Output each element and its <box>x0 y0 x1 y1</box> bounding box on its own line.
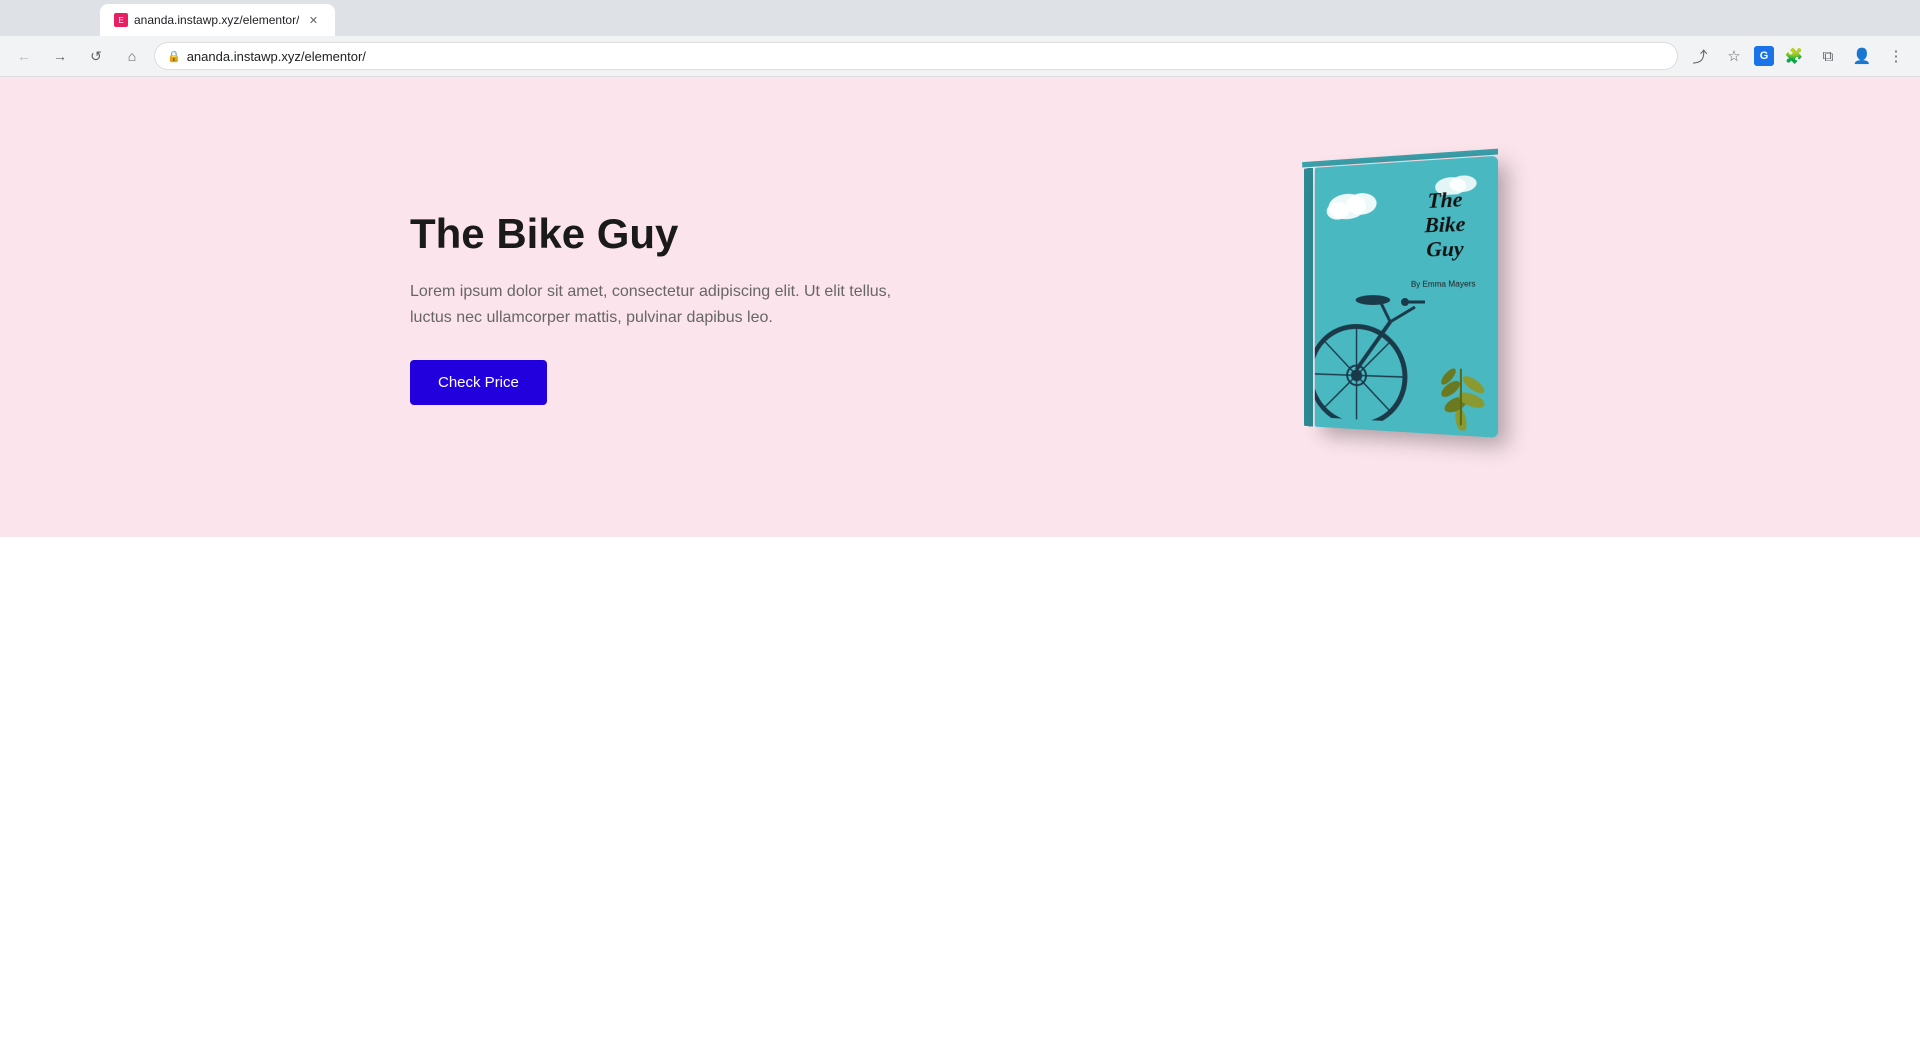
book: The Bike Guy By Emma Mayers <box>1315 156 1498 438</box>
book-illustration: The Bike Guy By Emma Mayers <box>1310 162 1510 452</box>
check-price-button[interactable]: Check Price <box>410 360 547 405</box>
browser-chrome: E ananda.instawp.xyz/elementor/ ✕ ← → ↺ … <box>0 0 1920 77</box>
page-content: The Bike Guy Lorem ipsum dolor sit amet,… <box>0 77 1920 1057</box>
book-title-line2: Bike <box>1425 212 1466 238</box>
book-title-line1: The <box>1428 187 1463 213</box>
home-button[interactable]: ⌂ <box>118 42 146 70</box>
reload-icon: ↺ <box>90 48 102 65</box>
book-cover: The Bike Guy By Emma Mayers <box>1315 156 1498 438</box>
bookmark-button[interactable]: ☆ <box>1720 42 1748 70</box>
profile-button[interactable]: 👤 <box>1848 42 1876 70</box>
window-button[interactable]: ⧉ <box>1814 42 1842 70</box>
lock-icon: 🔒 <box>167 50 181 63</box>
tab-favicon: E <box>114 13 128 27</box>
book-title-line3: Guy <box>1426 236 1463 261</box>
book-title-display: The Bike Guy <box>1402 185 1489 262</box>
book-spine <box>1304 168 1313 427</box>
plant-leaves-svg <box>1430 348 1493 433</box>
tab-close-button[interactable]: ✕ <box>305 12 321 28</box>
share-button[interactable]: ⤴ <box>1686 42 1714 70</box>
back-button[interactable]: ← <box>10 42 38 70</box>
book-author-display: By Emma Mayers <box>1400 279 1487 289</box>
white-section <box>0 537 1920 1057</box>
hero-text: The Bike Guy Lorem ipsum dolor sit amet,… <box>410 209 910 406</box>
browser-toolbar-right: ⤴ ☆ G 🧩 ⧉ 👤 ⋮ <box>1686 42 1910 70</box>
hero-description: Lorem ipsum dolor sit amet, consectetur … <box>410 279 910 330</box>
cloud1-svg <box>1324 183 1390 220</box>
browser-toolbar: ← → ↺ ⌂ 🔒 ananda.instawp.xyz/elementor/ … <box>0 36 1920 76</box>
url-text: ananda.instawp.xyz/elementor/ <box>187 49 366 64</box>
menu-button[interactable]: ⋮ <box>1882 42 1910 70</box>
hero-title: The Bike Guy <box>410 209 910 259</box>
forward-icon: → <box>53 48 67 64</box>
back-icon: ← <box>17 48 31 64</box>
active-tab[interactable]: E ananda.instawp.xyz/elementor/ ✕ <box>100 4 335 36</box>
extensions-button[interactable]: 🧩 <box>1780 42 1808 70</box>
hero-inner: The Bike Guy Lorem ipsum dolor sit amet,… <box>410 162 1510 452</box>
tab-bar: E ananda.instawp.xyz/elementor/ ✕ <box>0 0 1920 36</box>
bike-wheel-svg <box>1315 292 1430 424</box>
extension-icon: G <box>1754 46 1774 66</box>
tab-title: ananda.instawp.xyz/elementor/ <box>134 13 299 27</box>
reload-button[interactable]: ↺ <box>82 42 110 70</box>
hero-section: The Bike Guy Lorem ipsum dolor sit amet,… <box>0 77 1920 537</box>
address-bar[interactable]: 🔒 ananda.instawp.xyz/elementor/ <box>154 42 1678 70</box>
home-icon: ⌂ <box>128 48 136 64</box>
forward-button[interactable]: → <box>46 42 74 70</box>
